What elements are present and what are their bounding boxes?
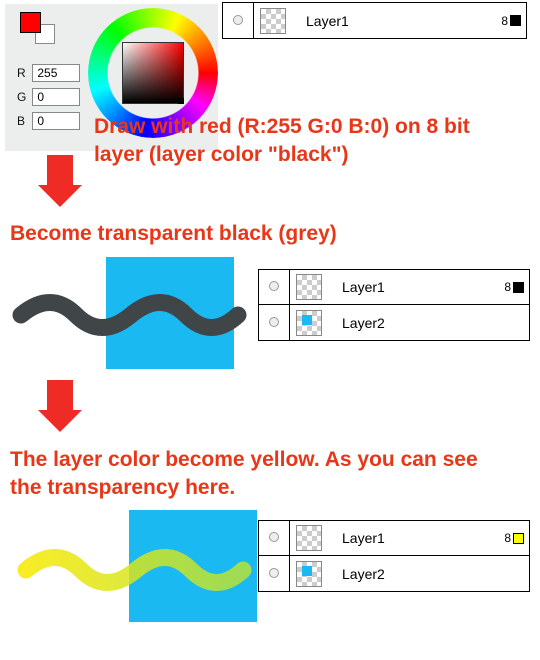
layer-row[interactable]: Layer1 8 [259, 270, 529, 305]
canvas-demo-grey [106, 257, 234, 369]
layer-name-label: Layer1 [328, 530, 504, 546]
layer-panel-mid: Layer1 8 Layer2 [258, 269, 530, 341]
rgb-g-row: G [17, 88, 80, 106]
rgb-g-label: G [17, 90, 29, 104]
visibility-toggle-icon[interactable] [223, 12, 253, 30]
layer-name-label: Layer2 [328, 566, 529, 582]
visibility-toggle-icon[interactable] [259, 278, 289, 296]
rgb-b-label: B [17, 114, 29, 128]
separator [289, 270, 290, 304]
rgb-b-row: B [17, 112, 80, 130]
layer-panel-top: Layer1 8 [222, 2, 527, 39]
sv-marker-icon [178, 98, 184, 104]
bit-depth-badge: 8 [504, 280, 511, 294]
rgb-b-input[interactable] [32, 112, 80, 130]
visibility-toggle-icon[interactable] [259, 314, 289, 332]
layer-row[interactable]: Layer1 8 [259, 521, 529, 556]
layer-thumbnail [260, 8, 286, 34]
layer-name-label: Layer1 [292, 13, 501, 29]
caption-step2: Become transparent black (grey) [10, 220, 510, 248]
layer-color-swatch[interactable] [513, 533, 524, 544]
layer-name-label: Layer1 [328, 279, 504, 295]
layer-thumbnail [296, 525, 322, 551]
separator [289, 305, 290, 340]
caption-step1: Draw with red (R:255 G:0 B:0) on 8 bit l… [94, 113, 524, 170]
separator [289, 521, 290, 555]
visibility-toggle-icon[interactable] [259, 529, 289, 547]
layer-row[interactable]: Layer2 [259, 556, 529, 591]
primary-color-swatch[interactable] [20, 12, 41, 33]
separator [289, 556, 290, 591]
layer-panel-bot: Layer1 8 Layer2 [258, 520, 530, 592]
layer-thumbnail [296, 561, 322, 587]
caption-step3: The layer color become yellow. As you ca… [10, 446, 510, 503]
arrow-down-icon [38, 155, 82, 207]
layer-row[interactable]: Layer1 8 [223, 3, 526, 38]
layer-thumbnail [296, 310, 322, 336]
rgb-g-input[interactable] [32, 88, 80, 106]
arrow-down-icon [38, 380, 82, 432]
visibility-toggle-icon[interactable] [259, 565, 289, 583]
sv-box[interactable] [122, 42, 184, 104]
canvas-demo-yellow [129, 510, 257, 622]
layer-thumbnail [296, 274, 322, 300]
bit-depth-badge: 8 [501, 14, 508, 28]
rgb-r-input[interactable] [32, 64, 80, 82]
layer-color-swatch[interactable] [510, 15, 521, 26]
layer-color-swatch[interactable] [513, 282, 524, 293]
rgb-r-row: R [17, 64, 80, 82]
separator [253, 3, 254, 38]
rgb-r-label: R [17, 66, 29, 80]
brush-stroke-icon [16, 285, 246, 355]
brush-stroke-icon [21, 540, 251, 610]
bit-depth-badge: 8 [504, 531, 511, 545]
layer-row[interactable]: Layer2 [259, 305, 529, 340]
layer-name-label: Layer2 [328, 315, 529, 331]
